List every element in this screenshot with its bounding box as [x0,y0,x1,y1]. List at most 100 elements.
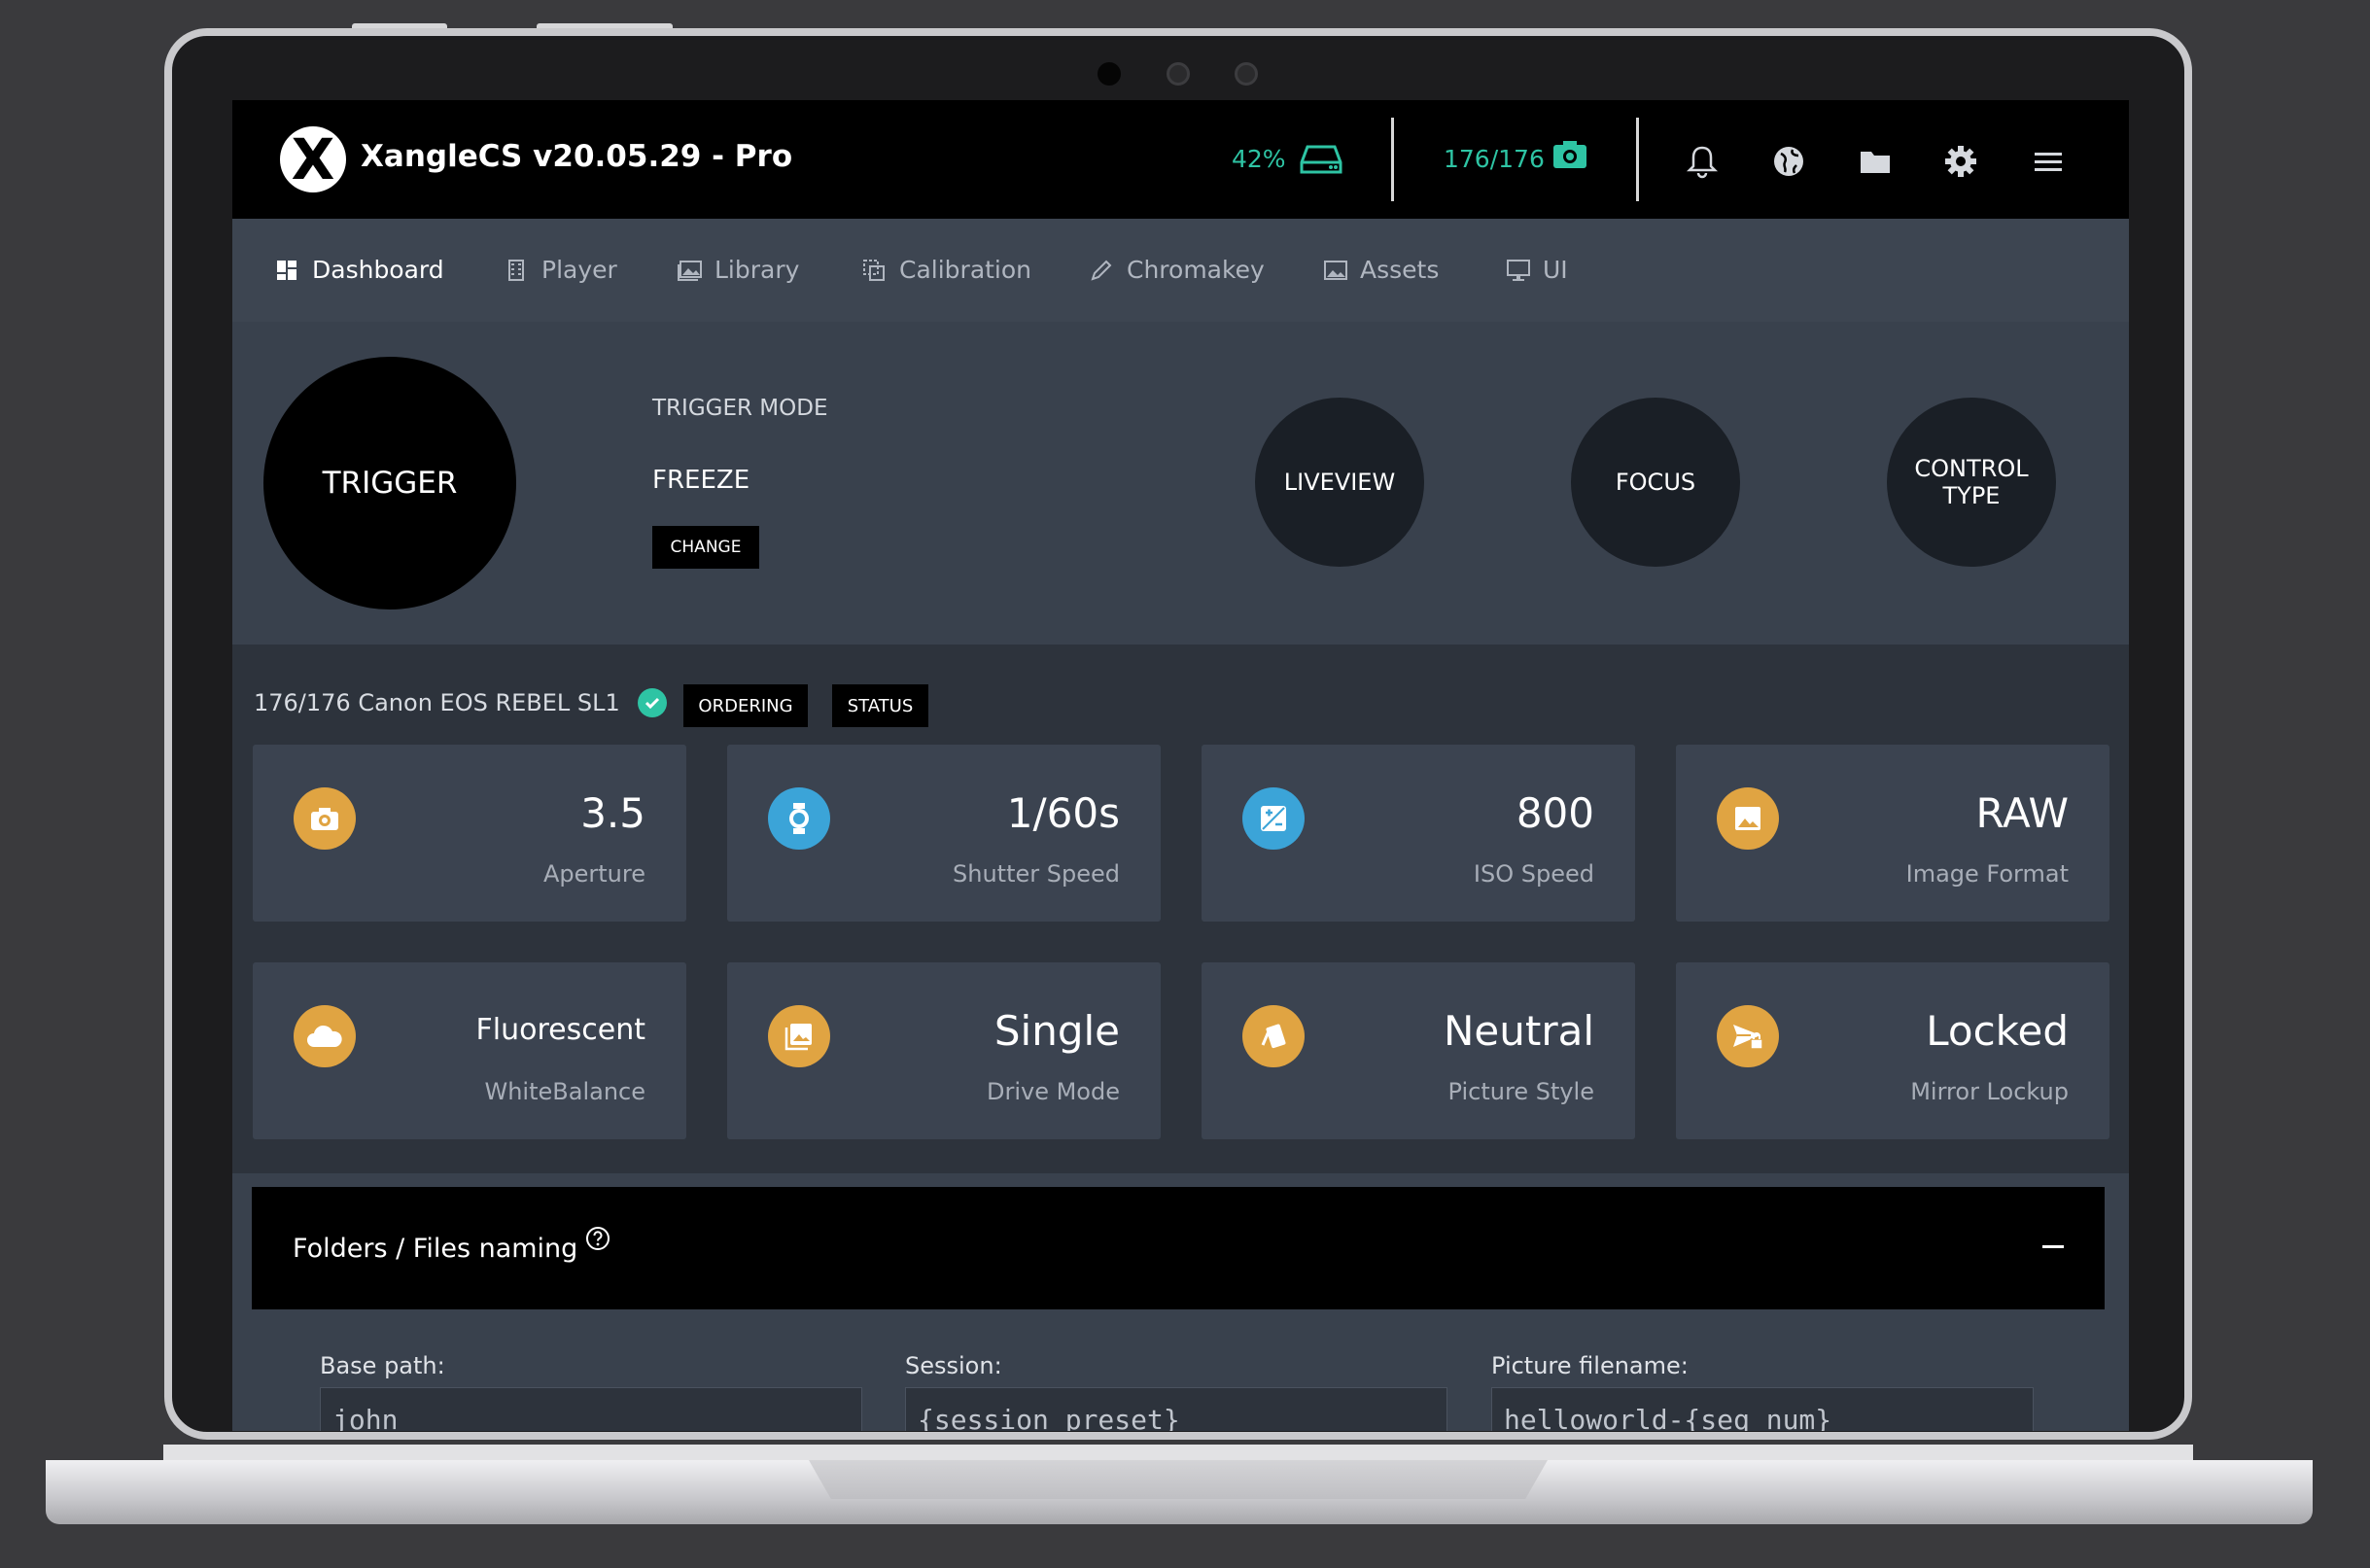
tab-label: Dashboard [312,256,444,284]
mirror-lockup-card[interactable]: Locked Mirror Lockup [1676,962,2109,1139]
top-bar-separator [1391,118,1394,201]
shutter-speed-card[interactable]: 1/60s Shutter Speed [727,745,1161,922]
dashboard-icon [275,259,298,282]
session-label: Session: [905,1352,1002,1379]
folders-form: Base path: john Session: {session_preset… [252,1309,2105,1431]
camera-icon[interactable] [1552,139,1595,178]
tab-label: Chromakey [1127,256,1265,284]
tab-dashboard[interactable]: Dashboard [275,256,444,284]
bell-icon[interactable] [1685,144,1720,179]
webcam-lens [1167,62,1190,86]
focus-button[interactable]: FOCUS [1571,398,1740,567]
trigger-mode-value: FREEZE [652,466,750,495]
base-path-input[interactable]: john [320,1387,862,1431]
camera-summary: 176/176 Canon EOS REBEL SL1 [254,688,667,717]
white-balance-card[interactable]: Fluorescent WhiteBalance [253,962,686,1139]
iso-speed-card[interactable]: 800 ISO Speed [1202,745,1635,922]
session-input[interactable]: {session_preset} [905,1387,1447,1431]
control-type-label: CONTROL TYPE [1914,455,2029,509]
mirror-lockup-label: Mirror Lockup [1910,1078,2069,1105]
aperture-label: Aperture [542,860,645,888]
film-icon [505,259,528,282]
drive-mode-card[interactable]: Single Drive Mode [727,962,1161,1139]
picture-style-label: Picture Style [1447,1078,1594,1105]
white-balance-value: Fluorescent [475,1013,645,1047]
folders-panel-header[interactable]: Folders / Files naming [252,1187,2105,1309]
screen: X XangleCS v20.05.29 - Pro 42% 176/176 D… [232,100,2129,1431]
pen-icon [1090,259,1113,282]
drive-mode-value: Single [993,1007,1120,1055]
globe-icon[interactable] [1771,144,1806,179]
trigger-panel: TRIGGER TRIGGER MODE FREEZE CHANGE LIVEV… [232,322,2129,645]
trigger-mode-label: TRIGGER MODE [652,396,828,421]
camera-count: 176/176 [1444,145,1545,173]
laptop-hinge [163,1445,2193,1460]
white-balance-label: WhiteBalance [484,1078,645,1105]
camera-icon [294,787,356,850]
trigger-button[interactable]: TRIGGER [263,357,516,610]
tab-label: UI [1543,256,1568,284]
exposure-icon [1242,787,1305,850]
help-icon[interactable] [585,1226,610,1251]
top-bar: X XangleCS v20.05.29 - Pro 42% 176/176 [232,100,2129,219]
nav-bar: Dashboard Player Library Calibration Chr… [232,219,2129,323]
storage-percent: 42% [1232,145,1286,173]
picture-style-value: Neutral [1443,1007,1594,1055]
folders-title-text: Folders / Files naming [293,1234,578,1264]
picture-filename-label: Picture filename: [1491,1352,1689,1379]
image-icon [678,259,702,282]
picture-icon [1323,259,1347,282]
tab-label: Assets [1360,256,1440,284]
app-logo: X [280,126,346,192]
change-mode-button[interactable]: CHANGE [652,526,759,569]
shutter-speed-value: 1/60s [1006,789,1120,837]
picture-filename-input[interactable]: helloworld-{seq_num} [1491,1387,2034,1431]
webcam-sensor [1235,62,1258,86]
mirror-lockup-value: Locked [1926,1007,2069,1055]
folders-panel-title: Folders / Files naming [293,1227,610,1264]
check-circle-icon [637,688,667,717]
tab-ui[interactable]: UI [1506,256,1568,284]
watch-icon [768,787,830,850]
shutter-speed-label: Shutter Speed [953,860,1120,888]
gear-icon[interactable] [1943,144,1978,179]
monitor-icon [1506,259,1530,282]
tab-label: Library [714,256,800,284]
tab-label: Calibration [899,256,1032,284]
calibration-icon [862,259,886,282]
status-button[interactable]: STATUS [832,684,928,727]
tab-label: Player [541,256,617,284]
image-format-value: RAW [1975,789,2069,837]
base-path-label: Base path: [320,1352,445,1379]
tab-library[interactable]: Library [678,256,799,284]
image-format-label: Image Format [1905,860,2069,888]
aperture-card[interactable]: 3.5 Aperture [253,745,686,922]
top-bar-separator [1636,118,1639,201]
app-title: XangleCS v20.05.29 - Pro [361,139,793,174]
tab-player[interactable]: Player [505,256,617,284]
drive-mode-label: Drive Mode [986,1078,1120,1105]
picture-style-card[interactable]: Neutral Picture Style [1202,962,1635,1139]
liveview-button[interactable]: LIVEVIEW [1255,398,1424,567]
laptop-notch [809,1460,1548,1499]
image-format-card[interactable]: RAW Image Format [1676,745,2109,922]
tab-calibration[interactable]: Calibration [862,256,1031,284]
image-icon [1717,787,1779,850]
collapse-icon[interactable] [2042,1245,2064,1248]
send-lock-icon [1717,1005,1779,1067]
control-type-button[interactable]: CONTROL TYPE [1887,398,2056,567]
camera-summary-text: 176/176 Canon EOS REBEL SL1 [254,689,620,716]
folder-icon[interactable] [1858,144,1893,179]
tab-chromakey[interactable]: Chromakey [1090,256,1265,284]
ordering-button[interactable]: ORDERING [683,684,808,727]
image-stack-icon [768,1005,830,1067]
cards-icon [1242,1005,1305,1067]
iso-speed-label: ISO Speed [1473,860,1594,888]
hard-drive-icon[interactable] [1300,139,1342,178]
menu-icon[interactable] [2031,144,2066,179]
tab-assets[interactable]: Assets [1323,256,1439,284]
iso-speed-value: 800 [1516,789,1594,837]
aperture-value: 3.5 [580,789,645,837]
webcam-dot [1098,62,1121,86]
cloud-icon [294,1005,356,1067]
